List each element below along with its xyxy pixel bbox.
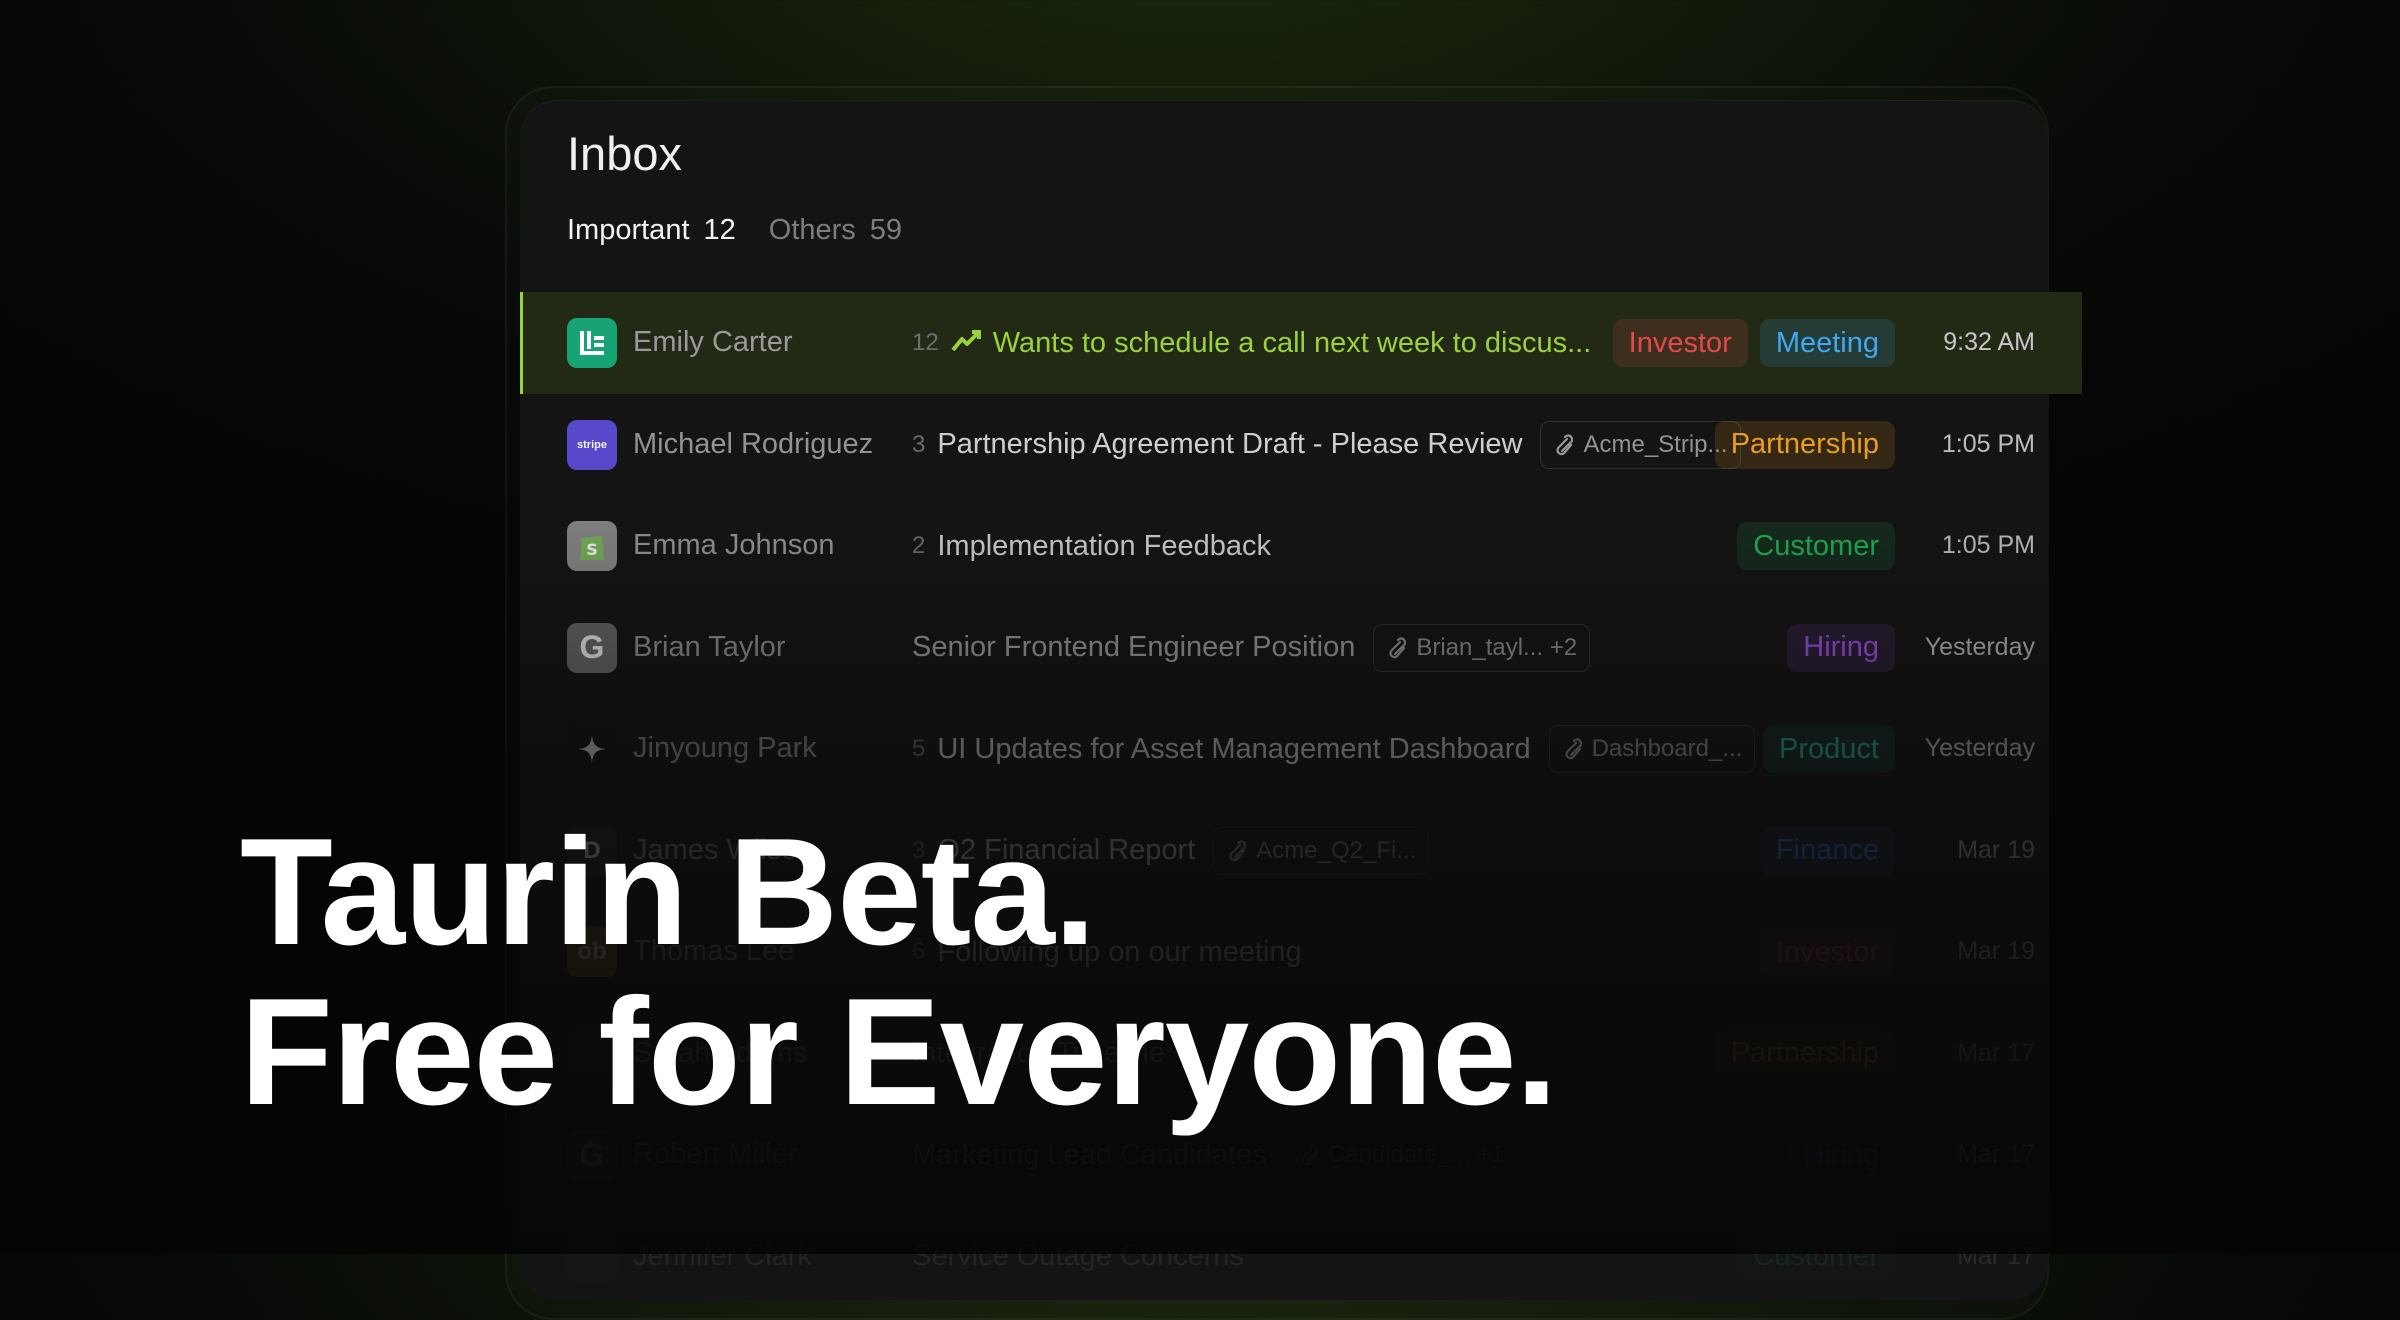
email-time: Mar 19 [1957,835,2035,864]
email-row[interactable]: Jinyoung Park 5 UI Updates for Asset Manag… [520,698,2082,800]
tag-group: Partnership [1714,420,1895,469]
attachment-name: Acme_Strip... [1583,430,1728,458]
attachment-chip[interactable]: Brian_tayl... +2 [1373,623,1591,672]
attachment-chip[interactable]: Candidate_... +1 [1284,1131,1518,1179]
tag-investor[interactable]: Investor [1760,928,1895,976]
tag-group: Hiring [1787,623,1895,672]
tag-hiring[interactable]: Hiring [1787,1131,1895,1179]
email-sender: Jinyoung Park [633,732,817,764]
email-time: Mar 17 [1957,1038,2035,1067]
email-subject-group: 12 Wants to schedule a call next week to … [912,322,1591,364]
tag-group: Product [1763,725,1895,773]
paperclip-icon [1389,636,1407,658]
email-subject: Implementation Feedback [937,529,1272,562]
email-time: Mar 17 [1957,1241,2035,1270]
email-time: Mar 19 [1957,937,2035,965]
tag-group: Hiring [1787,1131,1895,1179]
email-subject: Service Outage Concerns [912,1240,1245,1272]
email-time: 1:05 PM [1941,531,2035,559]
tag-customer[interactable]: Customer [1737,522,1895,570]
hero-headline: Taurin Beta. Free for Everyone. [240,807,1558,1137]
email-sender: Robert Miller [633,1138,798,1170]
tab-others[interactable]: Others 59 [769,214,902,247]
avatar-label: stripe [577,438,607,451]
email-subject-group: 5 UI Updates for Asset Management Dashboa… [912,725,1756,773]
attachment-name: Dashboard_... [1591,735,1743,762]
tag-investor[interactable]: Investor [1612,319,1748,367]
email-sender: Emma Johnson [633,529,835,561]
tag-partnership[interactable]: Partnership [1714,420,1895,469]
email-row[interactable]: Emily Carter 12 Wants to schedule a call n… [520,292,2082,394]
thread-count: 5 [912,735,926,762]
tag-customer[interactable]: Customer [1737,1233,1895,1281]
email-row[interactable]: stripe Michael Rodriguez 3 Partnership Agre… [520,394,2082,496]
trend-spark-icon [951,329,981,357]
google-logo-icon: G [567,622,617,673]
email-subject-group: Service Outage Concerns [912,1236,1244,1278]
email-subject-group: Marketing Lead Candidates Candidate_... +… [912,1131,1518,1179]
attachment-name: Candidate_... +1 [1327,1141,1505,1168]
paperclip-icon [1556,433,1574,455]
svg-text:S: S [586,540,598,559]
tag-group: Investor Meeting [1612,319,1895,367]
tag-group: Finance [1759,826,1895,875]
email-time: Yesterday [1924,632,2035,661]
tag-product[interactable]: Product [1763,725,1895,773]
email-sender: Jennifer Clark [633,1239,812,1272]
email-time: Yesterday [1924,734,2035,762]
page-title: Inbox [567,127,682,180]
tag-group: Partnership [1715,1030,1895,1078]
tag-partnership[interactable]: Partnership [1715,1030,1895,1078]
paperclip-icon [1564,738,1582,760]
tag-finance[interactable]: Finance [1759,826,1895,875]
tab-important[interactable]: Important 12 [567,214,736,247]
email-subject: Partnership Agreement Draft - Please Rev… [937,428,1523,460]
email-subject-group: 2 Implementation Feedback [912,525,1271,567]
email-time: 1:05 PM [1941,429,2035,458]
thread-count: 12 [912,329,939,356]
tag-meeting[interactable]: Meeting [1759,319,1895,367]
thread-count: 2 [912,532,926,559]
email-subject: Wants to schedule a call next week to di… [992,326,1592,359]
email-subject: UI Updates for Asset Management Dashboar… [937,732,1531,765]
tag-hiring[interactable]: Hiring [1787,623,1895,672]
google-logo-icon: G [567,1130,617,1180]
tag-group: Investor [1760,928,1895,976]
email-sender: Brian Taylor [633,630,786,663]
email-sender: Michael Rodriguez [633,427,874,460]
paperclip-icon [1301,1144,1318,1166]
tag-group: Customer [1737,1233,1895,1281]
attachment-name: Brian_tayl... +2 [1416,633,1578,661]
shopify-logo-icon: S [567,521,617,571]
tab-label: Others [768,214,856,246]
email-list: Emily Carter 12 Wants to schedule a call n… [520,292,2082,1307]
hero-line-2: Free for Everyone. [240,967,1558,1137]
attachment-chip[interactable]: Acme_Strip... [1540,420,1741,469]
email-subject: Senior Frontend Engineer Position [912,631,1356,663]
emily-carter-logo-icon [567,318,617,368]
email-row[interactable]: G Brian Taylor Senior Frontend Engineer Po… [520,597,2082,699]
email-subject-group: Senior Frontend Engineer Position Brian_t… [912,623,1591,672]
stripe-logo-icon: stripe [567,419,617,470]
tag-group: Customer [1737,522,1895,570]
tab-bar: Important 12 Others 59 [567,214,902,247]
email-time: 9:32 AM [1943,328,2035,356]
email-subject: Marketing Lead Candidates [912,1138,1267,1171]
thread-count: 3 [912,430,926,458]
email-time: Mar 17 [1957,1140,2035,1168]
email-row[interactable]: S Emma Johnson 2 Implementation Feedback Cus… [520,495,2082,597]
email-sender: Emily Carter [633,326,793,358]
email-subject-group: 3 Partnership Agreement Draft - Please Re… [912,420,1741,469]
tab-count: 59 [869,214,903,246]
sparkle-logo-icon [567,724,617,774]
company-logo-icon [567,1231,617,1282]
hero-line-1: Taurin Beta. [240,807,1096,977]
tab-label: Important [567,214,690,246]
email-row[interactable]: Jennifer Clark Service Outage Concerns Cus… [520,1206,2082,1308]
tab-count: 12 [703,214,736,246]
attachment-chip[interactable]: Dashboard_... [1548,725,1756,773]
